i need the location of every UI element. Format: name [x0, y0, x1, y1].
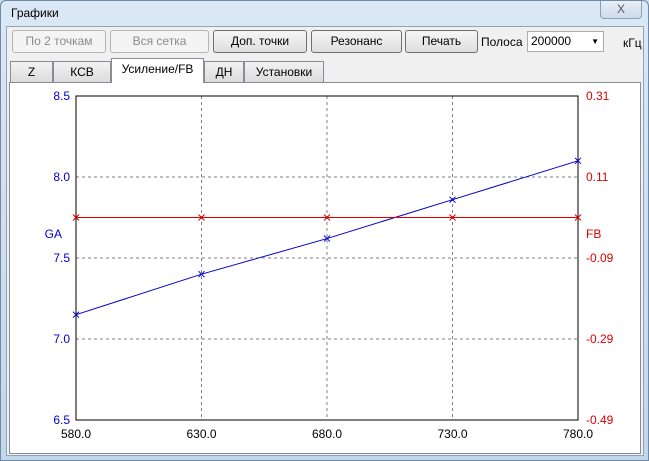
gain-fb-chart: 8.5 0.31 8.0 0.11 7.5 -0.09 7.0 -0.29 6.5 -0.49 58… [45, 89, 614, 441]
x-tick-label: 580.0 [61, 427, 91, 441]
tab-gain-fb[interactable]: Усиление/FB [111, 58, 204, 83]
extra-points-button[interactable]: Доп. точки [213, 30, 307, 53]
band-value: 200000 [531, 34, 572, 48]
y-right-axis-label: FB [586, 227, 601, 241]
tab-pattern[interactable]: ДН [204, 61, 244, 82]
unit-label: кГц [623, 36, 642, 50]
y-left-tick-label: 6.5 [53, 413, 70, 427]
x-tick-label: 680.0 [312, 427, 342, 441]
x-tick-label: 730.0 [437, 427, 467, 441]
y-right-tick-label: 0.11 [586, 170, 609, 184]
y-left-tick-label: 8.0 [53, 170, 70, 184]
full-grid-button[interactable]: Вся сетка [110, 30, 209, 53]
graphs-window: Графики X По 2 точкам Вся сетка Доп. точ… [0, 0, 649, 461]
resonance-button[interactable]: Резонанс [311, 30, 402, 53]
y-right-tick-label: -0.09 [586, 251, 614, 265]
tab-swr[interactable]: КСВ [53, 61, 111, 82]
by-2-points-button[interactable]: По 2 точкам [12, 30, 106, 53]
y-left-axis-label: GA [45, 227, 62, 241]
data-point-ga [449, 196, 456, 204]
client-area: По 2 точкам Вся сетка Доп. точки Резонан… [6, 26, 644, 456]
tab-z[interactable]: Z [10, 61, 53, 82]
x-tick-label: 630.0 [186, 427, 216, 441]
x-tick-label: 780.0 [563, 427, 593, 441]
chart-panel: 8.5 0.31 8.0 0.11 7.5 -0.09 7.0 -0.29 6.5 -0.49 58… [9, 82, 641, 454]
chevron-down-icon: ▼ [591, 37, 599, 46]
y-right-tick-label: -0.49 [586, 413, 614, 427]
y-left-tick-label: 7.0 [53, 332, 70, 346]
tab-settings[interactable]: Установки [244, 61, 324, 82]
band-select[interactable]: 200000 ▼ [527, 31, 604, 52]
window-title: Графики [11, 6, 59, 20]
series-line-ga [75, 160, 579, 316]
print-button[interactable]: Печать [405, 30, 478, 53]
y-left-tick-label: 7.5 [53, 251, 70, 265]
band-label: Полоса [481, 35, 523, 49]
close-button[interactable]: X [600, 1, 642, 19]
y-right-tick-label: -0.29 [586, 332, 614, 346]
y-right-tick-label: 0.31 [586, 89, 610, 103]
y-left-tick-label: 8.5 [53, 89, 70, 103]
